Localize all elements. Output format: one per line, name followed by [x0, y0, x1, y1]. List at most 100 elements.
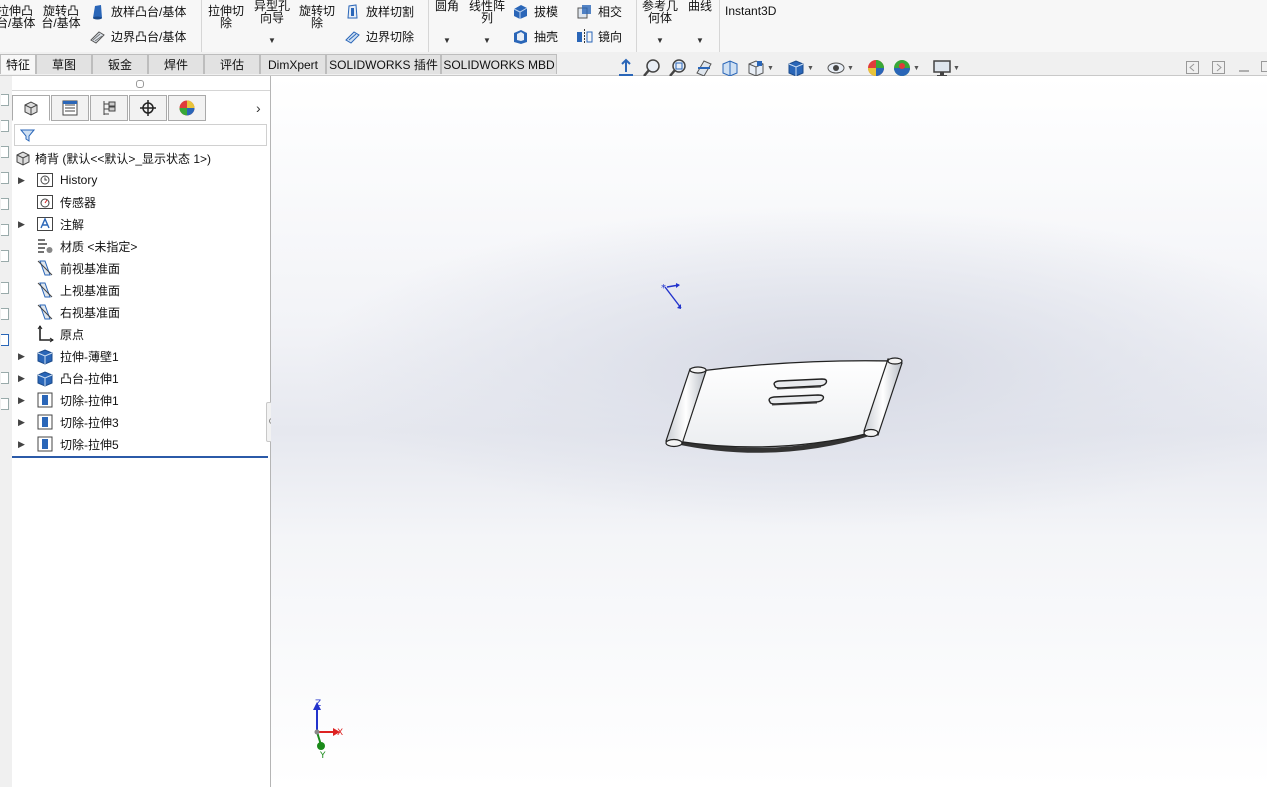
hole-wizard-dropdown-icon[interactable]: ▼	[268, 36, 276, 45]
linear-pattern-dropdown-icon[interactable]: ▼	[483, 36, 491, 45]
plane-icon	[36, 281, 54, 299]
maximize-icon[interactable]	[1261, 61, 1267, 74]
panel-grip[interactable]	[136, 80, 144, 88]
dimxpertmanager-tab[interactable]	[129, 95, 167, 121]
strip-tab[interactable]	[1, 198, 9, 210]
propertymanager-tab[interactable]	[51, 95, 89, 121]
draft-button[interactable]: 拔模	[512, 3, 558, 20]
expand-pane-icon[interactable]	[1212, 61, 1225, 74]
displaymanager-tab[interactable]	[168, 95, 206, 121]
previous-view-button[interactable]	[668, 58, 688, 78]
scene-dropdown-icon[interactable]: ▼	[913, 65, 920, 72]
tree-item-right-plane[interactable]: 右视基准面	[36, 301, 120, 323]
display-style-button[interactable]: ▼	[786, 58, 814, 78]
tab-sheet-metal[interactable]: 钣金	[92, 54, 148, 74]
strip-tab[interactable]	[1, 172, 9, 184]
tree-item-annotations[interactable]: ▶ 注解	[18, 213, 84, 235]
shell-label: 抽壳	[534, 30, 559, 44]
strip-tab[interactable]	[1, 146, 9, 158]
configurationmanager-tab[interactable]	[90, 95, 128, 121]
expand-arrow-icon[interactable]: ▶	[18, 351, 26, 362]
featuremanager-tab[interactable]	[12, 95, 50, 121]
revolve-boss-button[interactable]: 旋转凸 台/基体	[40, 5, 82, 29]
strip-tab[interactable]	[1, 282, 9, 294]
dynamic-annotation-view-button[interactable]	[720, 58, 740, 78]
display-style-dropdown-icon[interactable]: ▼	[807, 65, 814, 72]
minimize-icon[interactable]	[1238, 67, 1250, 73]
strip-tab[interactable]	[1, 250, 9, 262]
strip-tab[interactable]	[1, 120, 9, 132]
fillet-button[interactable]: 圆角	[432, 0, 462, 12]
zoom-area-button[interactable]	[642, 58, 662, 78]
hide-show-dropdown-icon[interactable]: ▼	[847, 65, 854, 72]
loft-boss-button[interactable]: 放样凸台/基体	[89, 3, 186, 20]
expand-arrow-icon[interactable]: ▶	[18, 417, 26, 428]
restore-pane-icon[interactable]	[1186, 61, 1199, 74]
view-orientation-button[interactable]: ▼	[746, 58, 774, 78]
tree-item-front-plane[interactable]: 前视基准面	[36, 257, 120, 279]
expand-arrow-icon[interactable]: ▶	[18, 373, 26, 384]
strip-tab[interactable]	[1, 398, 9, 410]
tab-solidworks-mbd[interactable]: SOLIDWORKS MBD	[441, 54, 557, 74]
strip-tab[interactable]	[1, 224, 9, 236]
tree-item-material[interactable]: 材质 <未指定>	[36, 235, 137, 257]
strip-tab[interactable]	[1, 308, 9, 320]
linear-pattern-button[interactable]: 线性阵 列	[467, 0, 507, 24]
section-view-button[interactable]	[694, 58, 714, 78]
instant3d-button[interactable]: Instant3D	[725, 5, 776, 17]
expand-arrow-icon[interactable]: ▶	[18, 175, 26, 186]
curves-button[interactable]: 曲线	[685, 0, 715, 12]
fillet-dropdown-icon[interactable]: ▼	[443, 36, 451, 45]
tree-root-part[interactable]: 椅背 (默认<<默认>_显示状态 1>)	[14, 147, 211, 169]
view-orientation-icon	[748, 60, 764, 77]
boundary-boss-button[interactable]: 边界凸台/基体	[89, 28, 186, 45]
expand-arrow-icon[interactable]: ▶	[18, 219, 26, 230]
chair-back-model[interactable]	[656, 351, 911, 463]
tab-evaluate[interactable]: 评估	[204, 54, 260, 74]
strip-tab[interactable]	[1, 334, 9, 346]
zoom-to-fit-button[interactable]	[616, 58, 636, 78]
hole-wizard-button[interactable]: 异型孔 向导	[251, 0, 293, 24]
tree-item-cut-extrude3[interactable]: ▶ 切除-拉伸3	[18, 411, 119, 433]
edit-appearance-button[interactable]	[866, 58, 886, 78]
tree-item-sensors[interactable]: 传感器	[36, 191, 96, 213]
tab-dimxpert[interactable]: DimXpert	[260, 54, 326, 74]
tab-weldments[interactable]: 焊件	[148, 54, 204, 74]
expand-arrow-icon[interactable]: ▶	[18, 395, 26, 406]
strip-tab[interactable]	[1, 94, 9, 106]
rollback-bar[interactable]	[12, 456, 268, 458]
tree-item-origin[interactable]: 原点	[36, 323, 84, 345]
loft-cut-button[interactable]: 放样切割	[344, 3, 414, 20]
tree-item-extrude-thin1[interactable]: ▶ 拉伸-薄壁1	[18, 345, 119, 367]
graphics-area[interactable]: * Z X Y	[271, 76, 1267, 787]
view-settings-button[interactable]: ▼	[932, 58, 960, 78]
tree-filter-input[interactable]	[14, 124, 267, 146]
hide-show-items-button[interactable]: ▼	[826, 58, 854, 78]
tab-features[interactable]: 特征	[0, 54, 36, 74]
tree-item-cut-extrude1[interactable]: ▶ 切除-拉伸1	[18, 389, 119, 411]
revolve-cut-button[interactable]: 旋转切 除	[296, 5, 338, 29]
extrude-cut-button[interactable]: 拉伸切 除	[205, 5, 247, 29]
view-settings-dropdown-icon[interactable]: ▼	[953, 65, 960, 72]
tab-sketch[interactable]: 草图	[36, 54, 92, 74]
reference-geometry-dropdown-icon[interactable]: ▼	[656, 36, 664, 45]
reference-geometry-button[interactable]: 参考几 何体	[639, 0, 681, 24]
tabs-scroll-right-icon[interactable]: ›	[256, 100, 261, 116]
tree-item-boss-extrude1[interactable]: ▶ 凸台-拉伸1	[18, 367, 119, 389]
tree-item-history[interactable]: ▶ History	[18, 169, 97, 191]
shell-button[interactable]: 抽壳	[512, 28, 558, 45]
extrude-boss-button[interactable]: 拉伸凸 台/基体	[0, 5, 35, 29]
apply-scene-button[interactable]: ▼	[892, 58, 920, 78]
curves-dropdown-icon[interactable]: ▼	[696, 36, 704, 45]
mirror-button[interactable]: 镜向	[576, 28, 622, 45]
view-orientation-dropdown-icon[interactable]: ▼	[767, 65, 774, 72]
tree-item-label: 切除-拉伸5	[60, 437, 119, 452]
intersect-button[interactable]: 相交	[576, 3, 622, 20]
shell-icon	[514, 30, 527, 44]
strip-tab[interactable]	[1, 372, 9, 384]
tree-item-top-plane[interactable]: 上视基准面	[36, 279, 120, 301]
expand-arrow-icon[interactable]: ▶	[18, 439, 26, 450]
boundary-cut-button[interactable]: 边界切除	[344, 28, 414, 45]
tab-solidworks-addins[interactable]: SOLIDWORKS 插件	[326, 54, 441, 74]
tree-item-cut-extrude5[interactable]: ▶ 切除-拉伸5	[18, 433, 119, 455]
